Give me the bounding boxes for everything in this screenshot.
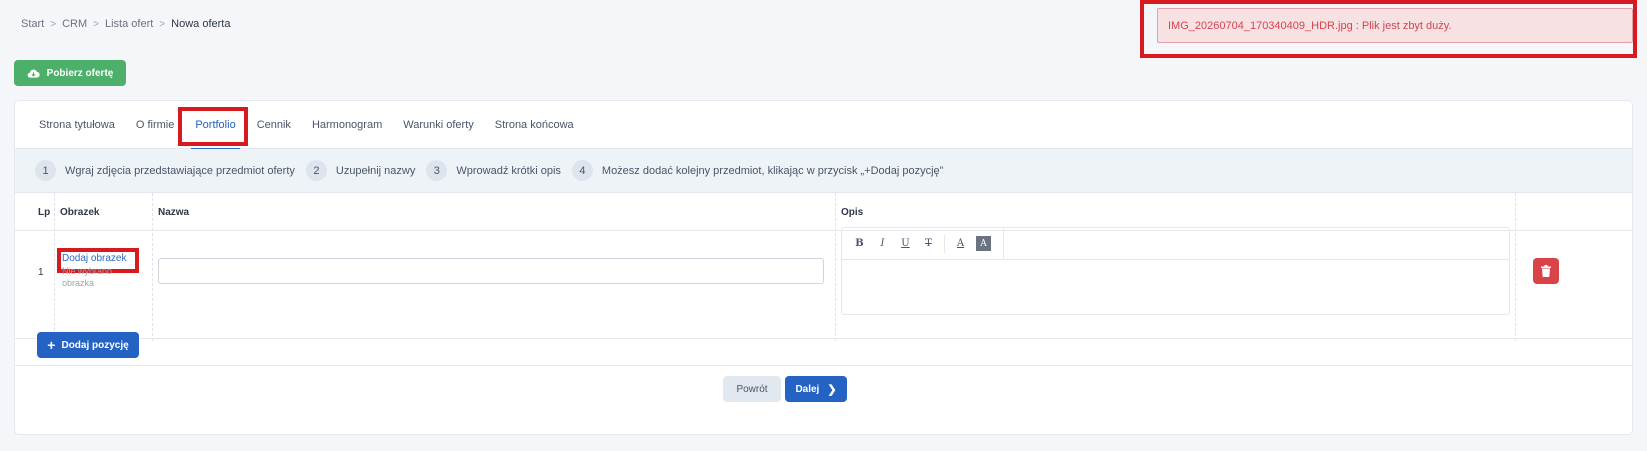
tab-title-page[interactable]: Strona tytułowa bbox=[39, 101, 115, 149]
step-3: 3 Wprowadź krótki opis bbox=[426, 160, 561, 181]
chevron-right-icon: > bbox=[159, 18, 166, 30]
chevron-right-icon: > bbox=[50, 18, 57, 30]
tab-pricing[interactable]: Cennik bbox=[257, 101, 291, 149]
header-image: Obrazek bbox=[60, 206, 100, 218]
download-offer-button[interactable]: Pobierz ofertę bbox=[14, 60, 126, 86]
step-text: Wgraj zdjęcia przedstawiające przedmiot … bbox=[65, 164, 295, 177]
breadcrumb: Start > CRM > Lista ofert > Nowa oferta bbox=[21, 18, 230, 30]
bold-icon[interactable]: B bbox=[852, 236, 867, 251]
tab-about-company[interactable]: O firmie bbox=[136, 101, 175, 149]
next-label: Dalej bbox=[795, 383, 820, 395]
item-name-input[interactable] bbox=[158, 258, 824, 284]
footer-divider bbox=[15, 365, 1632, 366]
add-position-button[interactable]: + Dodaj pozycję bbox=[37, 332, 139, 358]
step-text: Uzupełnij nazwy bbox=[335, 164, 416, 177]
error-alert-text: IMG_20260704_170340409_HDR.jpg : Plik je… bbox=[1168, 20, 1452, 32]
table-header: Lp Obrazek Nazwa Opis bbox=[15, 193, 1632, 231]
background-color-icon[interactable]: A bbox=[976, 236, 991, 251]
step-text: Możesz dodać kolejny przedmiot, klikając… bbox=[601, 164, 944, 177]
step-number: 2 bbox=[305, 160, 327, 181]
step-number: 3 bbox=[426, 160, 448, 181]
step-text: Wprowadź krótki opis bbox=[456, 164, 561, 177]
breadcrumb-crm[interactable]: CRM bbox=[62, 18, 87, 30]
description-editor: B I U T A A bbox=[841, 227, 1510, 315]
editor-content[interactable] bbox=[842, 260, 1509, 314]
step-1: 1 Wgraj zdjęcia przedstawiające przedmio… bbox=[35, 160, 295, 181]
tab-offer-terms[interactable]: Warunki oferty bbox=[403, 101, 474, 149]
no-image-text: Nie wybrano obrazka bbox=[62, 266, 113, 288]
step-4: 4 Możesz dodać kolejny przedmiot, klikaj… bbox=[571, 160, 944, 181]
tabs-bar: Strona tytułowa O firmie Portfolio Cenni… bbox=[15, 101, 1632, 150]
header-description: Opis bbox=[841, 206, 864, 218]
step-number: 1 bbox=[35, 160, 56, 181]
add-image-link[interactable]: Dodaj obrazek bbox=[62, 253, 126, 264]
italic-icon[interactable]: I bbox=[875, 236, 890, 251]
chevron-right-icon: > bbox=[93, 18, 99, 30]
back-label: Powrót bbox=[736, 383, 768, 395]
delete-row-button[interactable] bbox=[1533, 258, 1559, 284]
row-number: 1 bbox=[38, 267, 44, 278]
chevron-right-icon: ❯ bbox=[827, 383, 837, 396]
tab-highlight bbox=[178, 107, 248, 146]
breadcrumb-start[interactable]: Start bbox=[21, 18, 44, 30]
breadcrumb-current: Nowa oferta bbox=[171, 18, 231, 30]
tab-schedule[interactable]: Harmonogram bbox=[312, 101, 382, 149]
next-button[interactable]: Dalej ❯ bbox=[785, 376, 847, 402]
error-alert: IMG_20260704_170340409_HDR.jpg : Plik je… bbox=[1157, 8, 1633, 43]
editor-toolbar: B I U T A A bbox=[842, 227, 1509, 260]
header-name: Nazwa bbox=[158, 206, 190, 218]
download-offer-label: Pobierz ofertę bbox=[46, 67, 114, 79]
toolbar-divider bbox=[944, 234, 945, 253]
step-number: 4 bbox=[571, 160, 593, 181]
plus-icon: + bbox=[47, 337, 56, 353]
step-2: 2 Uzupełnij nazwy bbox=[305, 160, 416, 181]
add-position-label: Dodaj pozycję bbox=[61, 339, 129, 351]
cloud-download-icon bbox=[27, 69, 40, 78]
breadcrumb-offers-list[interactable]: Lista ofert bbox=[105, 18, 153, 30]
offer-card: Strona tytułowa O firmie Portfolio Cenni… bbox=[14, 100, 1633, 435]
steps-bar: 1 Wgraj zdjęcia przedstawiające przedmio… bbox=[15, 149, 1632, 193]
strikethrough-icon[interactable]: T bbox=[921, 236, 936, 251]
text-color-icon[interactable]: A bbox=[953, 236, 968, 251]
back-button[interactable]: Powrót bbox=[723, 376, 781, 402]
tab-end-page[interactable]: Strona końcowa bbox=[495, 101, 574, 149]
trash-icon bbox=[1541, 265, 1551, 277]
header-lp: Lp bbox=[38, 206, 51, 218]
toolbar-divider bbox=[1003, 227, 1004, 260]
underline-icon[interactable]: U bbox=[898, 236, 913, 251]
